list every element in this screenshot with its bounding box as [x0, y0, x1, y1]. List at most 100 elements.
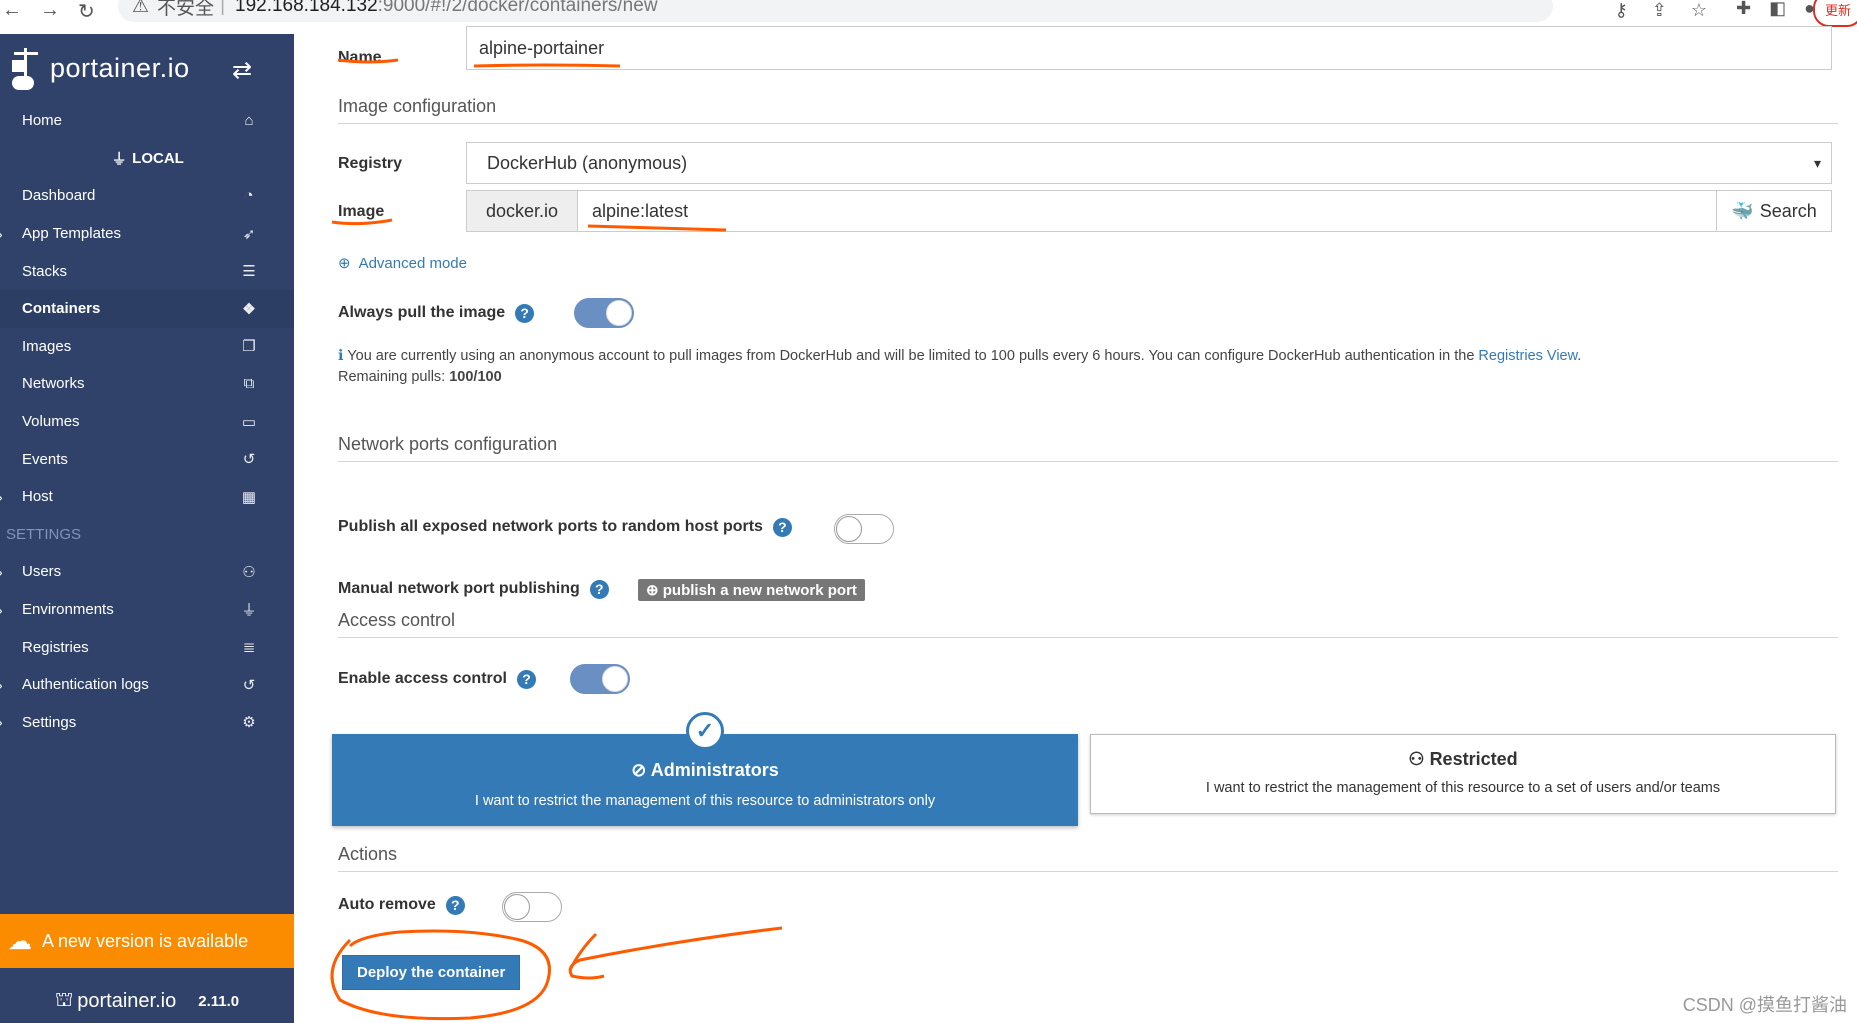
sidebar-item-containers[interactable]: Containers ❖ — [0, 289, 294, 328]
new-version-banner[interactable]: ☁ A new version is available — [0, 914, 294, 968]
search-button[interactable]: 🐳 Search — [1716, 190, 1832, 232]
brand-logo[interactable]: portainer.io ⇄ — [0, 34, 294, 102]
publish-all-toggle[interactable] — [834, 514, 894, 544]
advanced-mode-link[interactable]: ⊕ Advanced mode — [338, 252, 467, 274]
restricted-option[interactable]: ⚇ Restricted I want to restrict the mana… — [1090, 734, 1836, 814]
sidebar-item-environments[interactable]: › Environments ⏚ — [0, 591, 294, 629]
help-icon[interactable]: ? — [516, 669, 536, 689]
plug-icon: ⏚ — [241, 602, 257, 620]
star-icon[interactable]: ☆ — [1691, 0, 1707, 21]
sidebar-item-app-templates[interactable]: › App Templates ➶ — [0, 215, 294, 253]
sidebar-item-stacks[interactable]: Stacks ☰ — [0, 252, 294, 290]
sidebar-heading-settings: SETTINGS — [0, 516, 294, 554]
search-button-label: Search — [1759, 200, 1817, 221]
url-separator: | — [220, 0, 225, 16]
toggle-knob — [602, 666, 628, 692]
sidebar: portainer.io ⇄ Home ⌂ ⏚ LOCAL Dashboard … — [0, 34, 294, 1023]
sidebar-item-label: Users — [22, 563, 62, 581]
name-input-value: alpine-portainer — [479, 37, 605, 58]
auto-remove-row: Auto remove ? — [338, 890, 465, 920]
name-input[interactable]: alpine-portainer — [466, 26, 1832, 70]
actions-title: Actions — [338, 844, 1838, 872]
key-icon[interactable]: ⚷ — [1615, 0, 1628, 21]
cloud-download-icon: ☁ — [8, 927, 32, 955]
forward-icon[interactable]: → — [40, 0, 60, 24]
info-icon: ℹ — [338, 348, 344, 364]
restricted-title-row: ⚇ Restricted — [1091, 749, 1835, 770]
address-bar[interactable]: ⚠ 不安全 | 192.168.184.132 :9000/#!/2/docke… — [118, 0, 1553, 22]
manual-publish-label: Manual network port publishing — [338, 580, 580, 597]
publish-new-port-label: publish a new network port — [662, 582, 857, 599]
publish-new-port-button[interactable]: ⊕ publish a new network port — [638, 579, 865, 601]
puzzle-icon[interactable]: ✚ — [1736, 0, 1751, 19]
registries-view-link[interactable]: Registries View — [1478, 348, 1577, 364]
th-list-icon: ☰ — [242, 263, 256, 281]
globe-icon: ⊕ — [338, 255, 351, 272]
sidebar-item-label: Networks — [22, 375, 85, 393]
sidebar-item-authentication-logs[interactable]: › Authentication logs ↺ — [0, 666, 294, 704]
chevron-right-icon: › — [0, 564, 3, 580]
anonymous-note-text: You are currently using an anonymous acc… — [347, 348, 1475, 364]
chevron-right-icon: › — [0, 602, 3, 618]
enable-access-label: Enable access control — [338, 670, 507, 687]
registry-select[interactable]: DockerHub (anonymous) ▾ — [466, 142, 1832, 184]
sidebar-item-label: Volumes — [22, 413, 80, 431]
sidebar-endpoint-local: ⏚ LOCAL — [0, 140, 294, 178]
sidebar-item-registries[interactable]: Registries ≣ — [0, 628, 294, 666]
users-icon: ⚇ — [1408, 749, 1425, 769]
endpoint-label: LOCAL — [132, 149, 184, 167]
sidebar-item-settings[interactable]: › Settings ⚙ — [0, 704, 294, 742]
auto-remove-toggle[interactable] — [502, 892, 562, 922]
sidebar-item-home[interactable]: Home ⌂ — [0, 102, 294, 140]
sidebar-item-host[interactable]: › Host ▦ — [0, 478, 294, 516]
image-config-title: Image configuration — [338, 96, 1838, 124]
sidebar-toggle-icon[interactable]: ⇄ — [232, 56, 252, 85]
sidebar-item-volumes[interactable]: Volumes ▭ — [0, 403, 294, 441]
restricted-description: I want to restrict the management of thi… — [1205, 780, 1721, 796]
registry-select-value: DockerHub (anonymous) — [487, 152, 688, 173]
image-prefix-text: docker.io — [485, 200, 559, 221]
sidepanel-icon[interactable]: ◧ — [1769, 0, 1786, 19]
sidebar-item-label: Containers — [22, 300, 101, 318]
chevron-right-icon: › — [0, 677, 3, 693]
sidebar-item-label: Dashboard — [22, 187, 96, 205]
sidebar-item-events[interactable]: Events ↺ — [0, 440, 294, 478]
url-host: 192.168.184.132 — [235, 0, 378, 16]
registry-row: Registry — [338, 144, 402, 184]
manual-publish-row: Manual network port publishing ? — [338, 574, 609, 604]
always-pull-row: Always pull the image ? — [338, 298, 535, 328]
share-icon[interactable]: ⇪ — [1652, 0, 1667, 21]
toggle-knob — [606, 300, 632, 326]
brand-name: portainer.io — [50, 52, 190, 83]
eye-slash-icon: ⊘ — [631, 760, 647, 780]
help-icon[interactable]: ? — [515, 303, 535, 323]
sidebar-item-users[interactable]: › Users ⚇ — [0, 553, 294, 591]
sidebar-item-networks[interactable]: Networks ⧉ — [0, 365, 294, 403]
always-pull-toggle[interactable] — [574, 298, 634, 328]
access-control-title: Access control — [338, 610, 1838, 638]
warning-icon: ⚠ — [132, 0, 150, 17]
back-icon[interactable]: ← — [2, 0, 22, 24]
sidebar-item-images[interactable]: Images ❐ — [0, 328, 294, 366]
image-input[interactable]: alpine:latest — [577, 190, 1717, 232]
administrators-title: Administrators — [650, 760, 779, 780]
main-content: Name alpine-portainer Image configuratio… — [294, 26, 1857, 1023]
access-control-toggle[interactable] — [570, 664, 630, 694]
help-icon[interactable]: ? — [589, 579, 609, 599]
chevron-right-icon: › — [0, 489, 3, 505]
footer-logo-icon: ⛫ — [54, 989, 74, 1011]
help-icon[interactable]: ? — [445, 895, 465, 915]
update-button[interactable]: 更新 — [1812, 0, 1857, 27]
plug-icon: ⏚ — [111, 150, 127, 168]
docker-icon: 🐳 — [1731, 200, 1754, 221]
home-icon: ⌂ — [244, 112, 254, 130]
sidebar-item-label: Home — [22, 112, 63, 130]
reload-icon[interactable]: ↻ — [78, 0, 95, 24]
sidebar-item-dashboard[interactable]: Dashboard ◔ — [0, 177, 294, 215]
chevron-right-icon: › — [0, 714, 3, 730]
help-icon[interactable]: ? — [772, 517, 792, 537]
auto-remove-label: Auto remove — [338, 896, 436, 913]
image-prefix-addon: docker.io — [466, 190, 578, 232]
restricted-title: Restricted — [1429, 749, 1518, 769]
deploy-container-button[interactable]: Deploy the container — [342, 955, 521, 990]
